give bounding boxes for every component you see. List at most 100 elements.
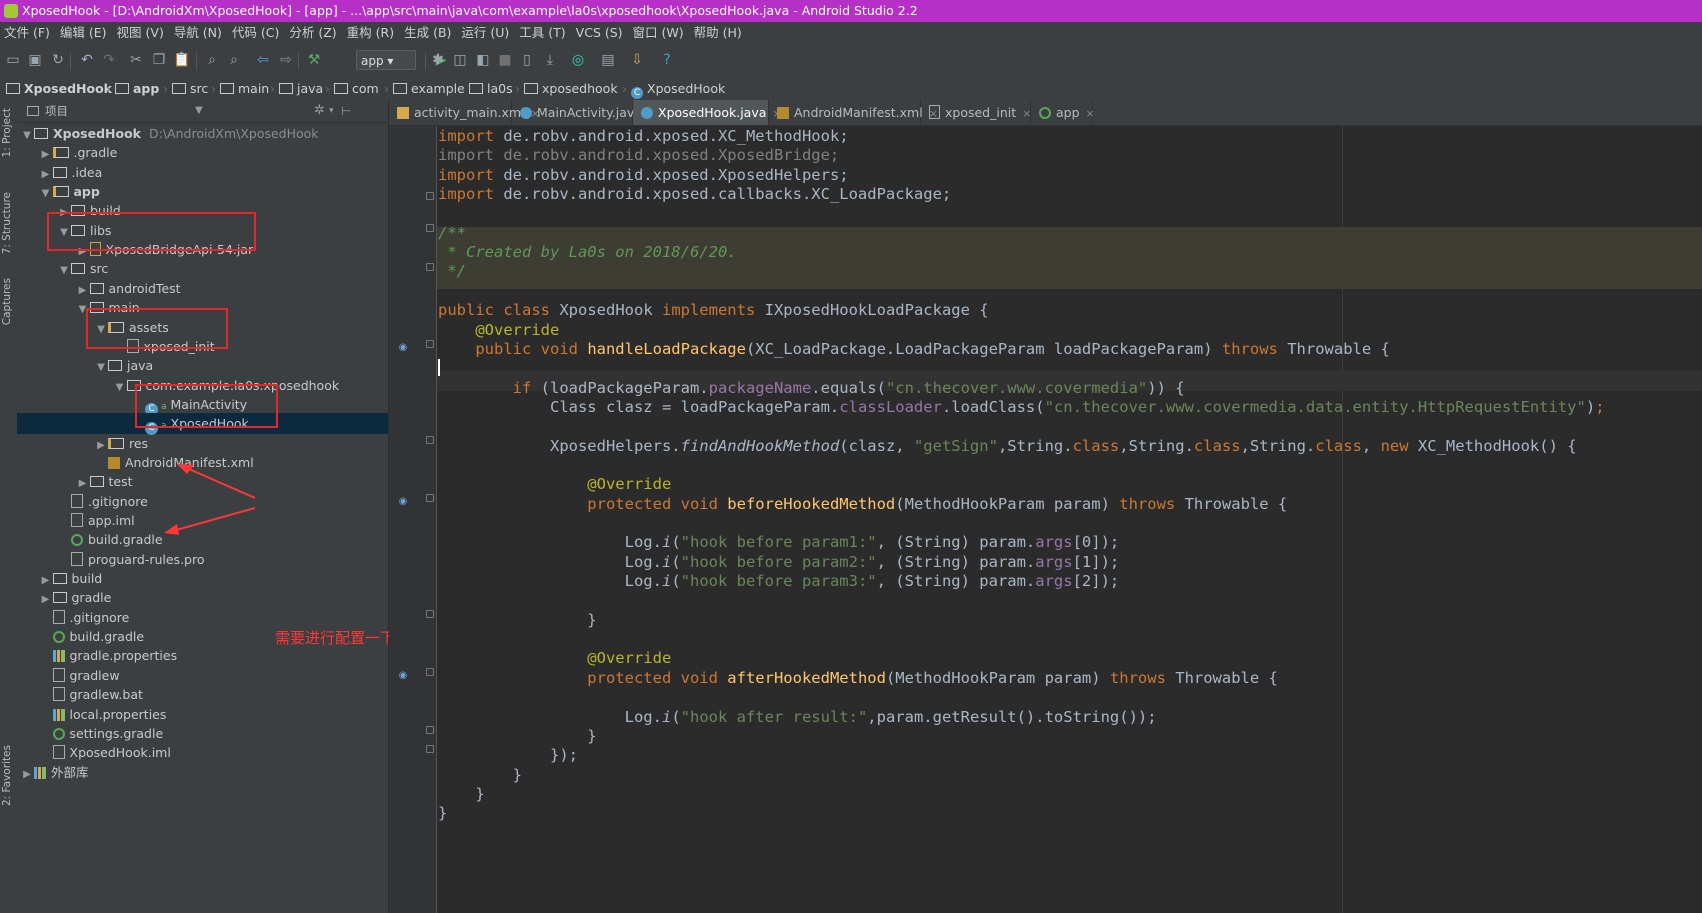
- menu-item[interactable]: 窗口 (W): [633, 25, 684, 40]
- folder-icon: [115, 83, 129, 94]
- editor-gutter: ◉ ◉ ◉: [389, 126, 437, 913]
- tab-activity-main-xml[interactable]: activity_main.xml ×: [389, 100, 540, 125]
- breadcrumb-item[interactable]: src: [172, 77, 208, 100]
- code-token: ): [1585, 397, 1596, 416]
- tab-label: XposedHook.java: [658, 105, 767, 120]
- copy-icon[interactable]: ❐: [150, 51, 168, 69]
- find-icon[interactable]: ⌕: [203, 51, 221, 69]
- code-line: Log.i("hook before param3:", (String) pa…: [438, 571, 1120, 592]
- breadcrumb-item[interactable]: example: [393, 77, 465, 100]
- coverage-icon[interactable]: ◧: [474, 51, 492, 69]
- cut-icon[interactable]: ✂: [127, 51, 145, 69]
- tool-window-captures[interactable]: Captures: [1, 278, 13, 325]
- gradle-sync-icon[interactable]: ◎: [569, 51, 587, 69]
- menu-item[interactable]: 运行 (U): [461, 25, 509, 40]
- menu-item[interactable]: 代码 (C): [232, 25, 279, 40]
- help-icon[interactable]: ?: [658, 51, 676, 69]
- code-token: i: [661, 572, 672, 591]
- fold-marker-icon[interactable]: [426, 224, 434, 232]
- override-marker-icon[interactable]: ◉: [397, 670, 409, 682]
- menu-item[interactable]: 重构 (R): [347, 25, 394, 40]
- breadcrumb-separator: ›: [515, 81, 520, 96]
- tab-androidmanifest-xml[interactable]: AndroidManifest.xml ×: [769, 100, 938, 125]
- folder-icon: [524, 83, 538, 94]
- menu-item[interactable]: 帮助 (H): [694, 25, 742, 40]
- breadcrumb-item[interactable]: com: [334, 77, 379, 100]
- undo-icon[interactable]: ↶: [78, 51, 96, 69]
- tool-window-structure[interactable]: 7: Structure: [1, 192, 13, 254]
- code-token: class: [1072, 436, 1120, 455]
- fold-marker-icon[interactable]: [426, 726, 434, 734]
- code-token: Log.: [438, 533, 662, 552]
- breadcrumb-item[interactable]: xposedhook: [524, 77, 618, 100]
- fold-marker-icon[interactable]: [426, 494, 434, 502]
- breadcrumb-item[interactable]: app: [115, 77, 159, 100]
- implement-marker-icon[interactable]: ◉: [397, 342, 409, 354]
- redo-icon[interactable]: ↷: [100, 51, 118, 69]
- fold-marker-icon[interactable]: [426, 668, 434, 676]
- build-icon[interactable]: ⚒: [305, 51, 323, 69]
- code-token: protected void: [438, 494, 728, 513]
- replace-icon[interactable]: ⌕: [225, 51, 243, 69]
- save-icon[interactable]: ▣: [26, 51, 44, 69]
- left-tool-window-bar: 1: Project 7: Structure Captures 2: Favo…: [0, 100, 18, 913]
- fold-marker-icon[interactable]: [426, 192, 434, 200]
- fold-marker-icon[interactable]: [426, 263, 434, 271]
- tool-window-project[interactable]: 1: Project: [1, 108, 13, 157]
- menu-item[interactable]: 文件 (F): [4, 25, 50, 40]
- code-token: implements: [661, 301, 765, 320]
- fold-marker-icon[interactable]: [426, 610, 434, 618]
- menu-item[interactable]: 编辑 (E): [60, 25, 107, 40]
- debug-icon[interactable]: ✱: [429, 51, 447, 69]
- open-icon[interactable]: ▭: [4, 51, 22, 69]
- code-line: import de.robv.android.xposed.XposedHelp…: [438, 165, 849, 186]
- avd-icon[interactable]: ▯: [518, 51, 536, 69]
- code-line: }: [438, 765, 522, 786]
- attach-icon[interactable]: ◫: [451, 51, 469, 69]
- run-config-select[interactable]: app ▾: [356, 50, 416, 70]
- code-token: [1]);: [1072, 552, 1120, 571]
- close-tab-icon[interactable]: ×: [1086, 107, 1095, 120]
- menu-item[interactable]: 导航 (N): [174, 25, 222, 40]
- xml-icon: [397, 107, 409, 119]
- code-token: de.robv.android.xposed.XposedHelpers;: [503, 165, 849, 184]
- menu-item[interactable]: 生成 (B): [404, 25, 451, 40]
- fold-marker-icon[interactable]: [426, 436, 434, 444]
- sdk-icon[interactable]: ⤓: [541, 51, 559, 69]
- stop-icon[interactable]: ■: [496, 51, 514, 69]
- code-line: import de.robv.android.xposed.XposedBrid…: [438, 145, 839, 166]
- breadcrumb-item[interactable]: C XposedHook: [631, 77, 725, 100]
- menu-item[interactable]: 视图 (V): [117, 25, 164, 40]
- back-icon[interactable]: ⇦: [254, 51, 272, 69]
- breadcrumb-item[interactable]: XposedHook: [6, 77, 112, 100]
- sync-icon[interactable]: ↻: [49, 51, 67, 69]
- code-token: (loadPackageParam.: [540, 378, 709, 397]
- paste-icon[interactable]: 📋: [173, 51, 191, 69]
- breadcrumb-item[interactable]: main: [220, 77, 269, 100]
- breadcrumb-item[interactable]: java: [279, 77, 323, 100]
- forward-icon[interactable]: ⇨: [277, 51, 295, 69]
- code-token: (MethodHookParam param): [895, 494, 1120, 513]
- code-token: args: [1035, 552, 1073, 571]
- menu-item[interactable]: 分析 (Z): [289, 25, 336, 40]
- breadcrumb-item[interactable]: la0s: [469, 77, 513, 100]
- close-tab-icon[interactable]: ×: [1022, 107, 1031, 120]
- menu-bar: 文件 (F) 编辑 (E) 视图 (V) 导航 (N) 代码 (C) 分析 (Z) 重构 (…: [0, 22, 1702, 44]
- code-line: }: [438, 784, 484, 805]
- tab-xposedhook-java[interactable]: XposedHook.java×: [633, 100, 782, 125]
- fold-marker-icon[interactable]: [426, 745, 434, 753]
- tab-xposed-init[interactable]: xposed_init ×: [921, 100, 1031, 125]
- structure-icon[interactable]: ▤: [599, 51, 617, 69]
- override-marker-icon[interactable]: ◉: [397, 496, 409, 508]
- tab-app[interactable]: app ×: [1031, 100, 1095, 125]
- device-monitor-icon[interactable]: ⇩: [628, 51, 646, 69]
- tab-mainactivity-java[interactable]: MainActivity.java×: [512, 100, 657, 125]
- tool-window-favorites[interactable]: 2: Favorites: [1, 745, 13, 806]
- code-token: ,String.: [1119, 436, 1194, 455]
- folder-icon: [393, 83, 407, 94]
- folder-icon: [469, 83, 483, 94]
- fold-marker-icon[interactable]: [426, 340, 434, 348]
- menu-item[interactable]: 工具 (T): [519, 25, 565, 40]
- menu-item[interactable]: VCS (S): [576, 25, 623, 40]
- code-line: import de.robv.android.xposed.callbacks.…: [438, 184, 951, 205]
